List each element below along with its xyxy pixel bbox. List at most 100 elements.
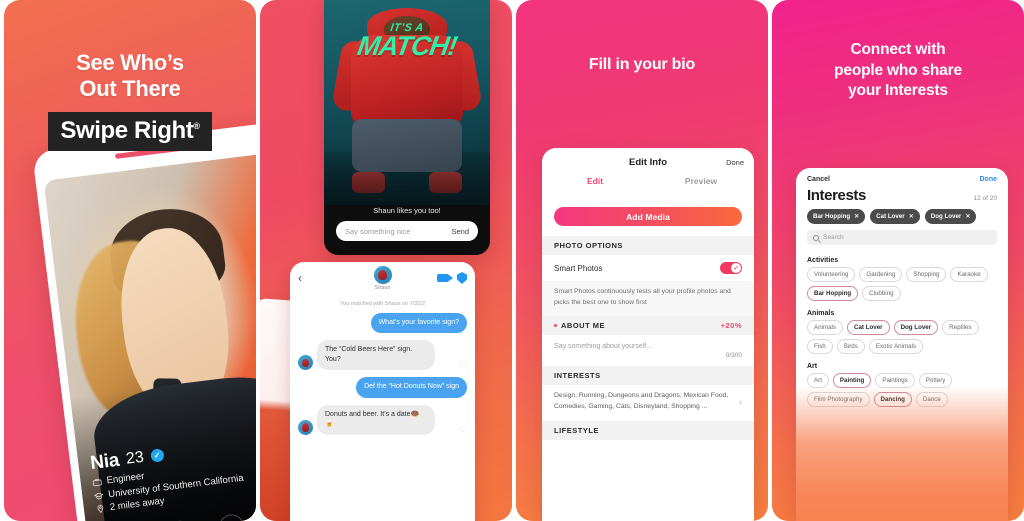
- search-input[interactable]: Search: [807, 230, 997, 245]
- interest-chip[interactable]: Animals: [807, 320, 844, 335]
- add-media-button[interactable]: Add Media: [554, 207, 742, 226]
- smart-photos-help: Smart Photos continuously tests all your…: [542, 281, 754, 317]
- match-message-input[interactable]: Say something nice Send: [336, 221, 478, 241]
- interests-header: INTERESTS: [542, 366, 754, 386]
- interest-chip[interactable]: Art: [807, 373, 829, 388]
- send-button[interactable]: Send: [451, 227, 469, 236]
- headline-line-1: Connect with: [850, 41, 946, 58]
- interest-chip[interactable]: Painting: [832, 373, 872, 388]
- interest-chip[interactable]: Volunteering: [807, 267, 856, 282]
- about-me-label: ABOUT ME: [561, 321, 605, 331]
- panel-see-who-is-out-there: See Who’s Out There Swipe Right® Nia 23 …: [4, 0, 256, 521]
- interest-chip[interactable]: Reptiles: [942, 320, 979, 335]
- interests-row[interactable]: Design, Running, Dungeons and Dragons, M…: [542, 385, 754, 421]
- message-bubble: The “Cold Beers Here” sign. You?: [317, 340, 435, 371]
- remove-chip-icon[interactable]: ✕: [854, 213, 859, 220]
- registered-mark: ®: [193, 120, 200, 131]
- interest-chip[interactable]: Paintings: [875, 373, 915, 388]
- category-title-activities: Activities: [807, 257, 839, 264]
- about-me-counter: 0/300: [725, 352, 742, 360]
- interest-chip[interactable]: Dog Lover: [893, 320, 939, 335]
- search-placeholder: Search: [823, 234, 844, 241]
- chat-header: ‹ Shaun: [290, 262, 475, 294]
- category-title-art: Art: [807, 363, 818, 370]
- tab-edit[interactable]: Edit: [542, 176, 648, 198]
- like-message-icon[interactable]: ♡: [459, 424, 467, 435]
- headline-line-3: your Interests: [848, 82, 948, 100]
- interest-chip[interactable]: Dance: [915, 392, 948, 407]
- selected-chip[interactable]: Cat Lover ✕: [870, 209, 920, 224]
- page-title: Interests: [807, 187, 866, 204]
- super-like-button[interactable]: ★: [217, 512, 246, 521]
- done-button[interactable]: Done: [980, 176, 998, 183]
- lifestyle-label: LIFESTYLE: [554, 425, 599, 435]
- swipe-right-label: Swipe Right: [60, 116, 194, 144]
- interest-chip[interactable]: Film Photography: [807, 392, 870, 407]
- profile-age: 23: [125, 448, 145, 468]
- photo-options-header: PHOTO OPTIONS: [542, 236, 754, 255]
- interest-chip[interactable]: Exotic Animals: [868, 339, 924, 354]
- phone-mockup: Nia 23 ✓ Engineer University of Southern…: [32, 121, 256, 521]
- lifestyle-header: LIFESTYLE: [542, 420, 754, 440]
- avatar: [298, 419, 313, 435]
- app-store-screenshot-gallery: See Who’s Out There Swipe Right® Nia 23 …: [0, 0, 1024, 521]
- match-input-placeholder: Say something nice: [345, 226, 411, 236]
- match-title: IT’S A MATCH!: [324, 22, 490, 61]
- chat-contact[interactable]: Shaun: [373, 266, 392, 291]
- video-call-icon[interactable]: [437, 274, 453, 282]
- swipe-right-badge: Swipe Right®: [48, 111, 212, 151]
- search-icon: [813, 234, 819, 241]
- match-label: MATCH!: [355, 31, 459, 61]
- smart-photos-row[interactable]: Smart Photos: [542, 255, 754, 281]
- like-message-icon[interactable]: ♡: [459, 359, 467, 370]
- interest-chip[interactable]: Gardening: [859, 267, 903, 282]
- interests-sheet: Cancel Done Interests 12 of 20 Bar Hoppi…: [796, 168, 1008, 521]
- interest-chip[interactable]: Fish: [807, 339, 833, 354]
- edit-info-navbar: Edit Info Done: [542, 148, 754, 176]
- profile-name: Nia: [89, 449, 121, 474]
- panel4-headline: Connect with people who share your Inter…: [772, 40, 1024, 102]
- selected-chip[interactable]: Dog Lover ✕: [924, 209, 977, 224]
- chip-group-art: Art Painting Paintings Pottery Film Phot…: [796, 373, 1008, 412]
- interests-label: INTERESTS: [554, 371, 601, 381]
- tab-preview[interactable]: Preview: [648, 176, 754, 198]
- interest-chip[interactable]: Cat Lover: [847, 320, 890, 335]
- interest-chip[interactable]: Shopping: [906, 267, 947, 282]
- interests-title-row: Interests 12 of 20: [796, 185, 1008, 209]
- interest-chip[interactable]: Birds: [836, 339, 865, 354]
- done-button[interactable]: Done: [726, 158, 744, 167]
- interest-chip[interactable]: Pottery: [918, 373, 953, 388]
- remove-chip-icon[interactable]: ✕: [909, 213, 914, 220]
- edit-preview-tabs: Edit Preview: [542, 176, 754, 198]
- back-chevron-icon[interactable]: ‹: [298, 271, 302, 285]
- selected-chip[interactable]: Bar Hopping ✕: [807, 209, 866, 224]
- interest-chip[interactable]: Clubbing: [862, 286, 901, 301]
- panel-connect-with-interests: Connect with people who share your Inter…: [772, 0, 1024, 521]
- interest-chip[interactable]: Karaoke: [950, 267, 988, 282]
- selected-chip-label: Dog Lover: [930, 213, 962, 220]
- panel-its-a-match: IT’S A MATCH! Shaun likes you too! Say s…: [260, 0, 512, 521]
- chip-group-animals: Animals Cat Lover Dog Lover Reptiles Fis…: [796, 320, 1008, 359]
- smart-photos-toggle[interactable]: [720, 262, 742, 274]
- message-row: Def the “Hot Donuts Now” sign: [298, 377, 467, 398]
- chat-messages: You matched with Shaun on 7/2/22 What’s …: [290, 294, 475, 435]
- selected-chips: Bar Hopping ✕ Cat Lover ✕ Dog Lover ✕: [796, 209, 1008, 230]
- photo-options-label: PHOTO OPTIONS: [554, 241, 623, 250]
- remove-chip-icon[interactable]: ✕: [965, 213, 970, 220]
- interest-chip[interactable]: Dancing: [873, 392, 912, 407]
- selected-count: 12 of 20: [973, 195, 998, 202]
- about-me-input[interactable]: Say something about yourself...: [542, 335, 754, 352]
- cancel-button[interactable]: Cancel: [807, 176, 830, 183]
- category-title-animals: Animals: [807, 310, 835, 317]
- smart-photos-label: Smart Photos: [554, 263, 603, 273]
- headline-line-2: people who share: [834, 61, 962, 79]
- match-card: IT’S A MATCH! Shaun likes you too! Say s…: [324, 0, 490, 255]
- interest-chip[interactable]: Bar Hopping: [807, 286, 859, 301]
- avatar: [298, 355, 313, 371]
- edit-info-sheet: Edit Info Done Edit Preview Add Media PH…: [542, 148, 754, 521]
- panel-fill-in-your-bio: Fill in your bio Edit Info Done Edit Pre…: [516, 0, 768, 521]
- profile-card-photo[interactable]: Nia 23 ✓ Engineer University of Southern…: [43, 152, 256, 521]
- briefcase-icon: [92, 478, 102, 487]
- safety-shield-icon[interactable]: [457, 272, 467, 284]
- message-bubble: Def the “Hot Donuts Now” sign: [356, 377, 467, 398]
